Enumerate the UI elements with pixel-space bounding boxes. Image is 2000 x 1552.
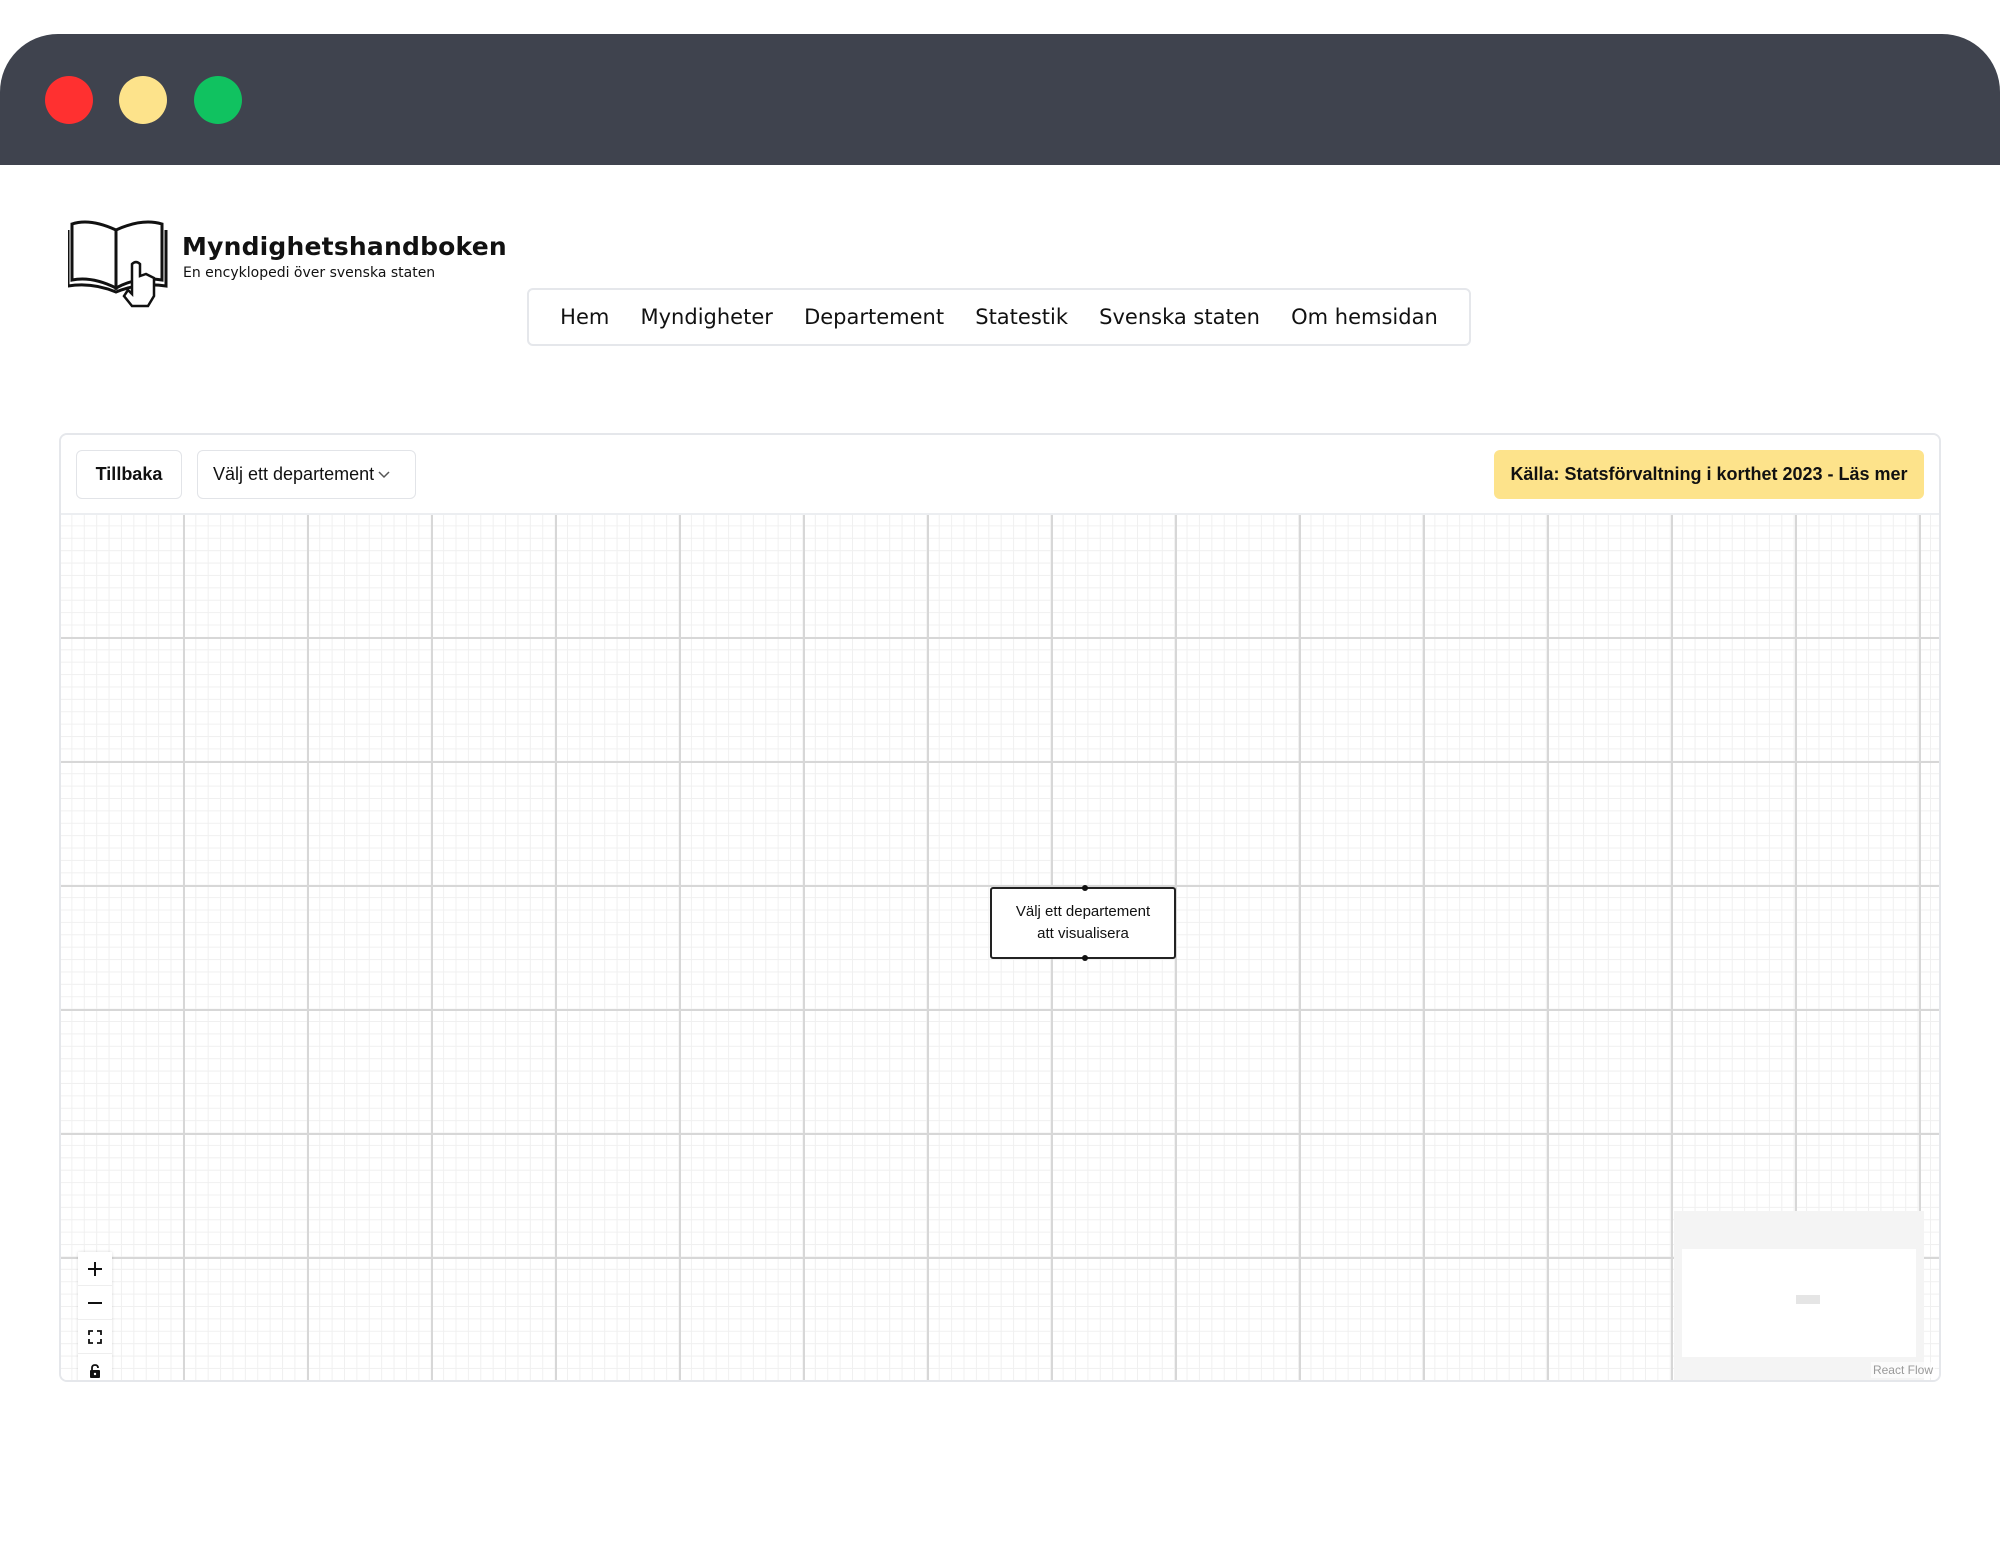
node-handle-top[interactable] <box>1082 885 1088 891</box>
site-subtitle: En encyklopedi över svenska staten <box>183 265 436 281</box>
chevron-down-icon <box>378 468 390 482</box>
open-book-icon[interactable] <box>68 216 172 308</box>
window-maximize-button[interactable] <box>194 76 242 124</box>
browser-window-bar <box>0 34 2000 165</box>
nav-item-hem[interactable]: Hem <box>560 305 609 329</box>
fit-view-button[interactable] <box>78 1320 112 1354</box>
placeholder-node-line1: Välj ett departement <box>1015 903 1151 920</box>
main-nav: Hem Myndigheter Departement Statestik Sv… <box>527 288 1471 346</box>
lock-button[interactable] <box>78 1354 112 1380</box>
lock-icon <box>90 1364 100 1378</box>
window-close-button[interactable] <box>45 76 93 124</box>
window-minimize-button[interactable] <box>119 76 167 124</box>
react-flow-attribution[interactable]: React Flow <box>1870 1362 1935 1378</box>
fit-view-icon <box>88 1329 102 1344</box>
nav-item-statestik[interactable]: Statestik <box>975 305 1068 329</box>
placeholder-node-line2: att visualisera <box>1037 925 1129 942</box>
department-select-value: Välj ett departement <box>213 464 375 484</box>
department-select[interactable]: Välj ett departement <box>197 450 416 499</box>
flow-controls <box>78 1252 112 1380</box>
back-button[interactable]: Tillbaka <box>76 450 182 499</box>
source-link-button[interactable]: Källa: Statsförvaltning i korthet 2023 -… <box>1494 450 1924 499</box>
nav-item-svenska-staten[interactable]: Svenska staten <box>1099 305 1260 329</box>
minimap[interactable] <box>1674 1211 1924 1380</box>
site-title[interactable]: Myndighetshandboken <box>182 232 507 261</box>
zoom-out-button[interactable] <box>78 1286 112 1320</box>
flow-canvas[interactable]: Välj ett departement att visualisera Rea <box>61 515 1939 1380</box>
panel-toolbar: Tillbaka Välj ett departement Källa: Sta… <box>61 435 1939 515</box>
visualization-panel: Tillbaka Välj ett departement Källa: Sta… <box>59 433 1941 1382</box>
zoom-out-icon <box>88 1301 102 1304</box>
minimap-node <box>1796 1295 1820 1304</box>
nav-item-departement[interactable]: Departement <box>804 305 944 329</box>
zoom-in-button[interactable] <box>78 1252 112 1286</box>
placeholder-node[interactable]: Välj ett departement att visualisera <box>990 885 1176 961</box>
node-handle-bottom[interactable] <box>1082 955 1088 961</box>
nav-item-myndigheter[interactable]: Myndigheter <box>641 305 773 329</box>
zoom-in-icon <box>88 1261 102 1276</box>
nav-item-om-hemsidan[interactable]: Om hemsidan <box>1291 305 1438 329</box>
